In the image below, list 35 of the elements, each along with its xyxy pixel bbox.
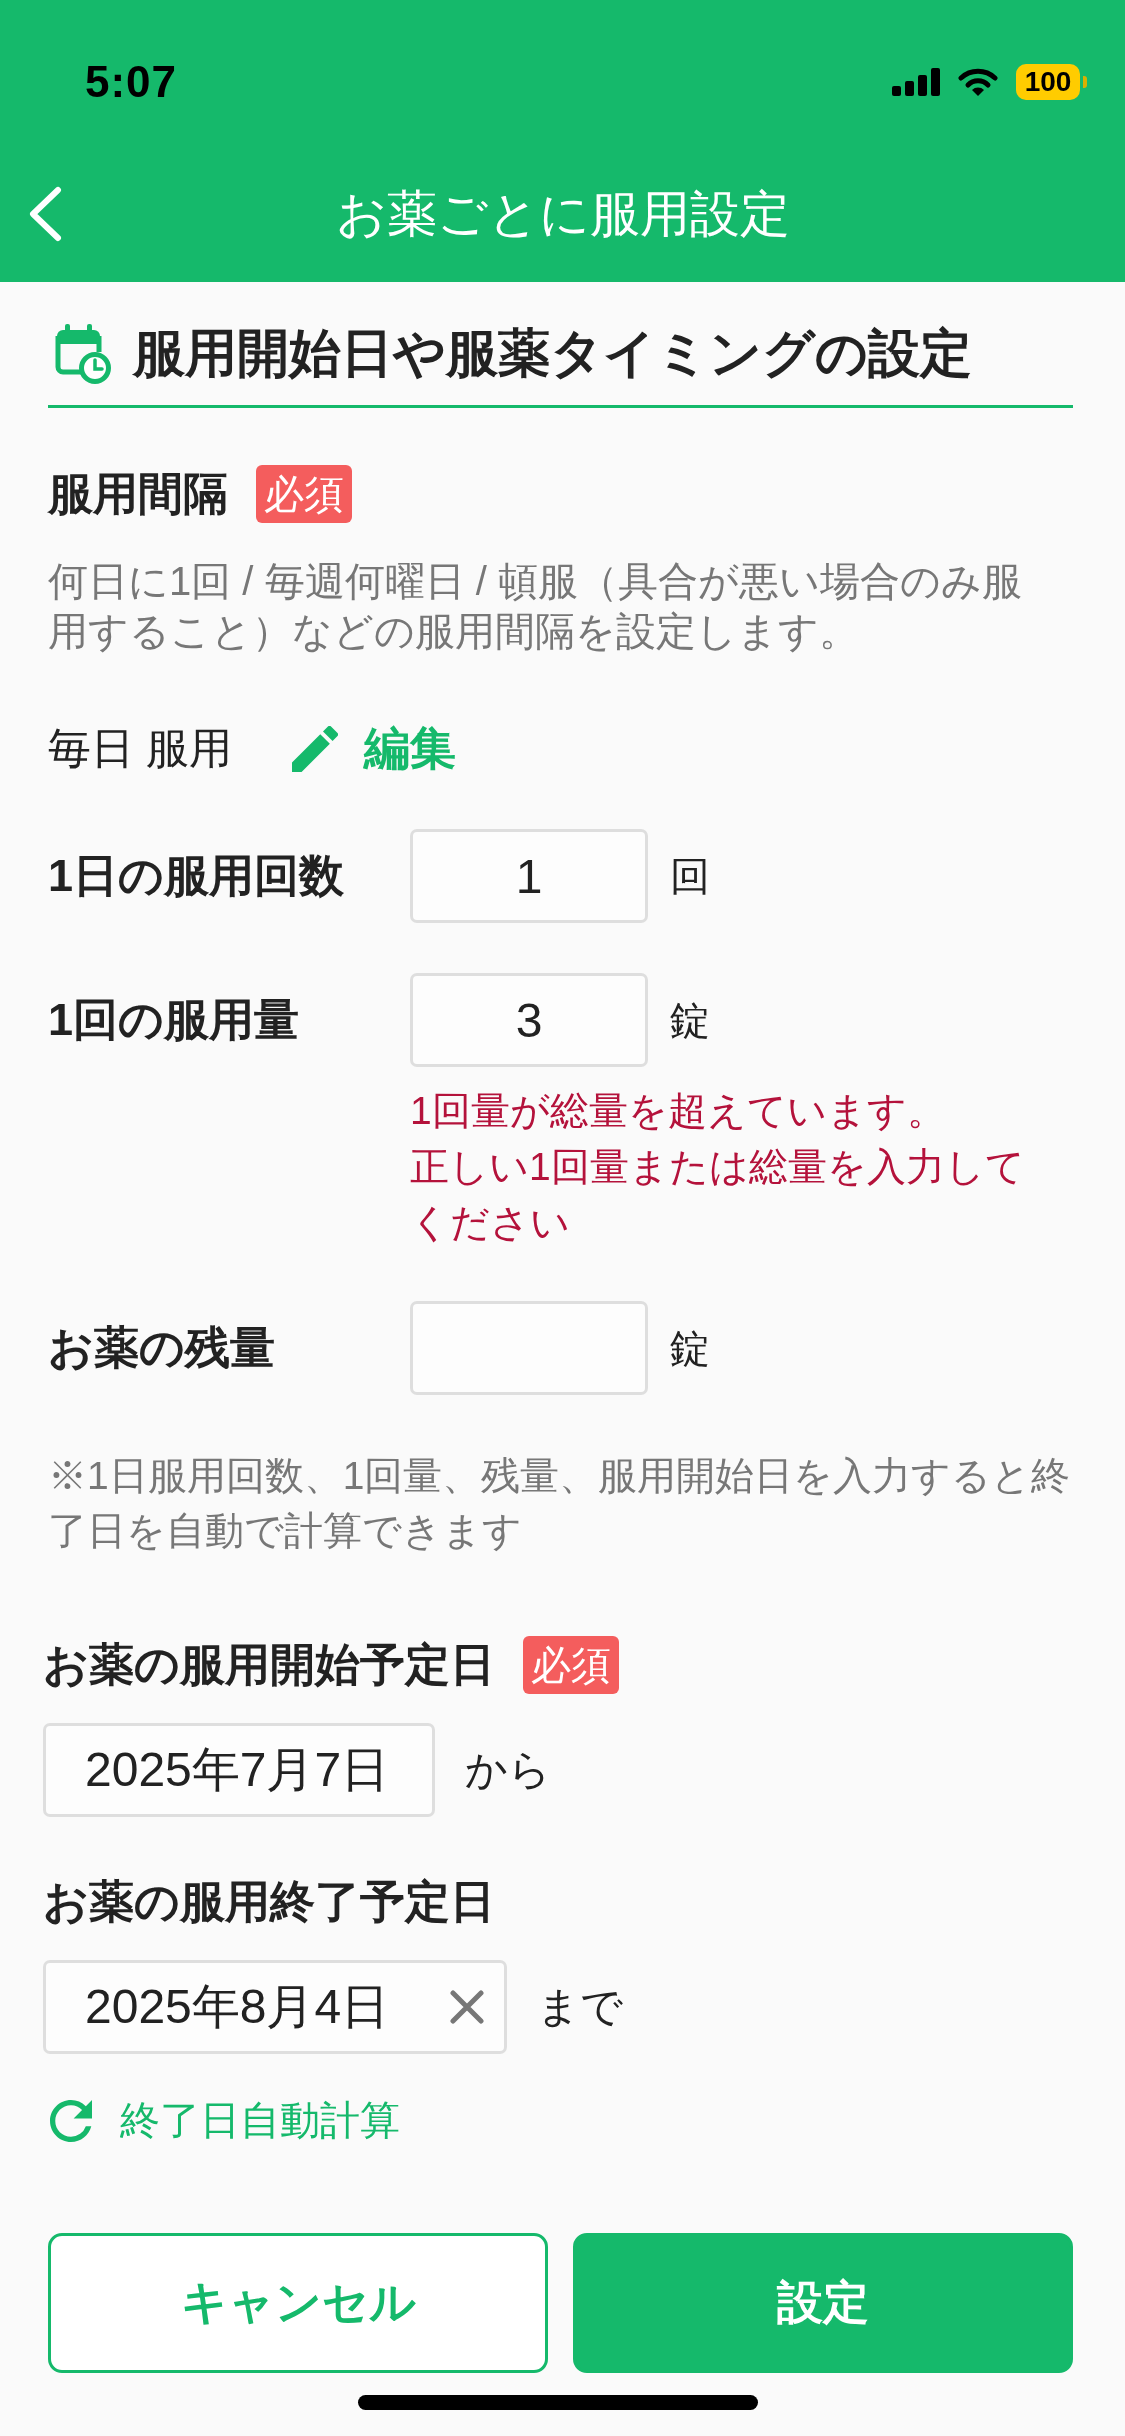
- error-message: 1回量が総量を超えています。: [410, 1088, 947, 1134]
- unit-label: 錠: [670, 996, 710, 1044]
- unit-label: 回: [670, 852, 710, 900]
- date-field[interactable]: 2025年7月7日: [43, 1723, 436, 1817]
- field-label: お薬の服用終了予定日: [43, 1875, 495, 1929]
- clear-button[interactable]: [450, 1990, 485, 2024]
- refresh-icon: [50, 2099, 92, 2142]
- date-field[interactable]: 2025年8月4日: [43, 1960, 508, 2054]
- close-icon: [450, 1990, 485, 2024]
- section-title: 服用開始日や服薬タイミングの設定: [133, 322, 972, 384]
- field-label: 1日の服用回数: [48, 849, 345, 903]
- field-label: お薬の残量: [48, 1321, 275, 1375]
- number-input[interactable]: [410, 1301, 648, 1395]
- required-badge: 必須: [523, 1636, 619, 1694]
- date-suffix: まで: [537, 1982, 624, 2032]
- date-suffix: から: [465, 1745, 552, 1795]
- screen-title: お薬ごとに服用設定: [335, 184, 790, 244]
- hint-note: ※1日服用回数、1回量、残量、服用開始日を入力すると終了日を自動で計算できます: [48, 1453, 1072, 1554]
- signal-icon: [892, 68, 940, 96]
- field-label: 1回の服用量: [48, 993, 300, 1047]
- error-message: 正しい1回量または総量を入力してください: [410, 1144, 1026, 1246]
- number-input[interactable]: 1: [410, 829, 648, 923]
- field-label: 服用間隔: [48, 467, 228, 521]
- field-label: お薬の服用開始予定日: [43, 1638, 495, 1692]
- unit-label: 錠: [670, 1324, 710, 1372]
- required-badge: 必須: [256, 465, 352, 523]
- field-description: 何日に1回 / 毎週何曜日 / 頓服（具合が悪い場合のみ服用すること）などの服用間隔を設定します。: [48, 558, 1023, 655]
- battery-indicator: 100: [1016, 64, 1087, 100]
- number-input[interactable]: 3: [410, 973, 648, 1067]
- status-time: 5:07: [85, 57, 178, 107]
- interval-value: 毎日 服用: [48, 723, 232, 774]
- chevron-left-icon: [28, 186, 62, 242]
- calendar-clock-icon: [55, 323, 111, 384]
- pencil-icon: [291, 726, 338, 772]
- wifi-icon: [958, 67, 998, 97]
